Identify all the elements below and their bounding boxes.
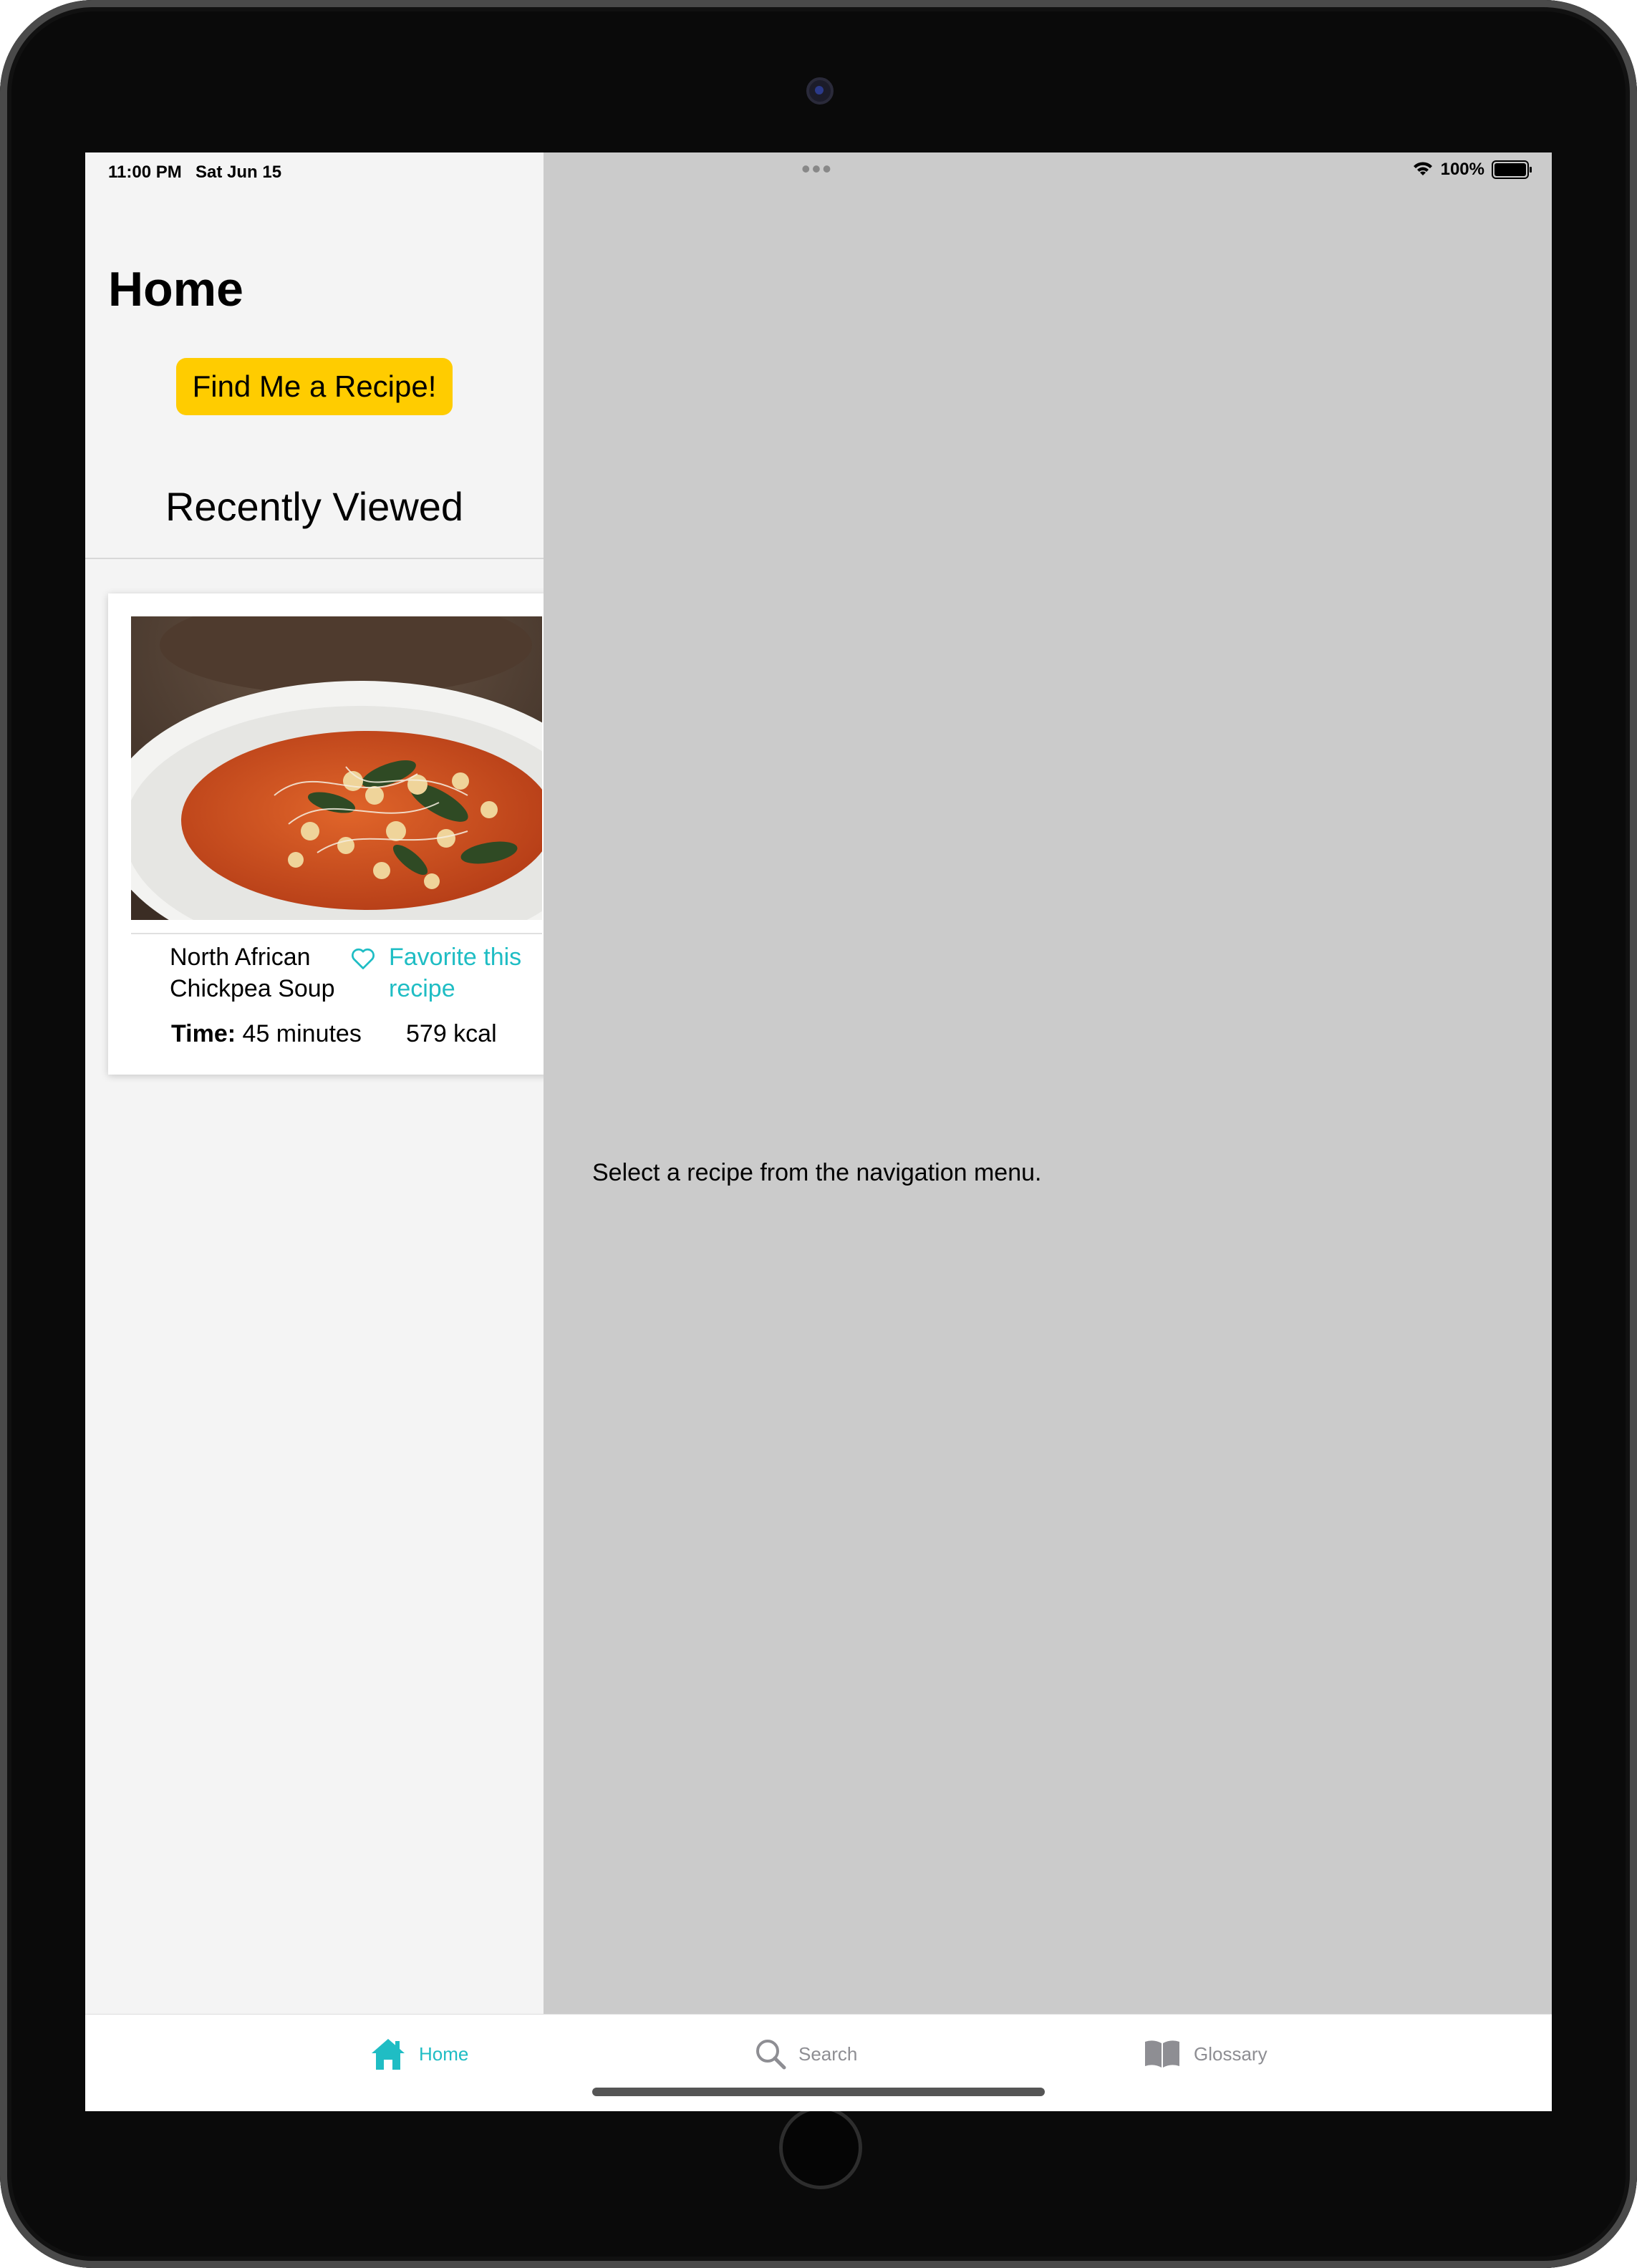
find-recipe-button[interactable]: Find Me a Recipe!	[176, 358, 453, 415]
tab-glossary[interactable]: Glossary	[1142, 2015, 1267, 2093]
wifi-icon	[1413, 162, 1432, 175]
tab-search-label: Search	[798, 2042, 858, 2065]
recipe-name[interactable]: North African Chickpea Soup	[170, 941, 342, 1004]
time-value: 45 minutes	[242, 1020, 362, 1047]
tab-home-label: Home	[419, 2042, 469, 2065]
book-icon	[1145, 2040, 1179, 2068]
recipe-image[interactable]	[131, 616, 542, 920]
house-icon	[372, 2039, 405, 2070]
magnifier-icon	[756, 2040, 786, 2070]
home-indicator[interactable]	[592, 2088, 1045, 2096]
ipad-frame: 11:00 PM Sat Jun 15 ••• 100% Home Find M…	[0, 0, 1637, 2268]
favorite-label[interactable]: Favorite this recipe	[389, 941, 532, 1004]
battery-percent: 100%	[1440, 160, 1484, 179]
status-time: 11:00 PM	[108, 163, 182, 182]
status-date: Sat Jun 15	[195, 163, 282, 182]
front-camera	[806, 77, 834, 105]
page-title: Home	[108, 262, 243, 316]
sidebar: Home Find Me a Recipe! Recently Viewed N…	[85, 152, 544, 2014]
status-right: 100%	[1412, 160, 1532, 180]
detail-pane: Select a recipe from the navigation menu…	[544, 152, 1552, 2014]
screen: 11:00 PM Sat Jun 15 ••• 100% Home Find M…	[85, 152, 1552, 2111]
recently-viewed-heading: Recently Viewed	[165, 484, 464, 529]
tab-home[interactable]: Home	[369, 2015, 468, 2093]
tab-bar: Home Search Glossary	[85, 2014, 1552, 2111]
heart-icon[interactable]	[350, 946, 376, 971]
section-divider	[85, 558, 544, 559]
multitasking-dots-icon[interactable]: •••	[801, 154, 833, 184]
recipe-card[interactable]: North African Chickpea Soup Favorite thi…	[108, 593, 544, 1075]
recipe-calories: 579 kcal	[406, 1020, 497, 1047]
status-bar: 11:00 PM Sat Jun 15 ••• 100%	[85, 152, 1552, 191]
battery-icon	[1492, 160, 1532, 179]
recipe-time: Time: 45 minutes	[171, 1020, 362, 1048]
time-label: Time:	[171, 1020, 236, 1047]
detail-placeholder-text: Select a recipe from the navigation menu…	[592, 1159, 1042, 1186]
card-separator	[131, 933, 542, 934]
hardware-home-button[interactable]	[779, 2106, 862, 2189]
tab-glossary-label: Glossary	[1194, 2042, 1267, 2065]
tab-search[interactable]: Search	[754, 2015, 857, 2093]
